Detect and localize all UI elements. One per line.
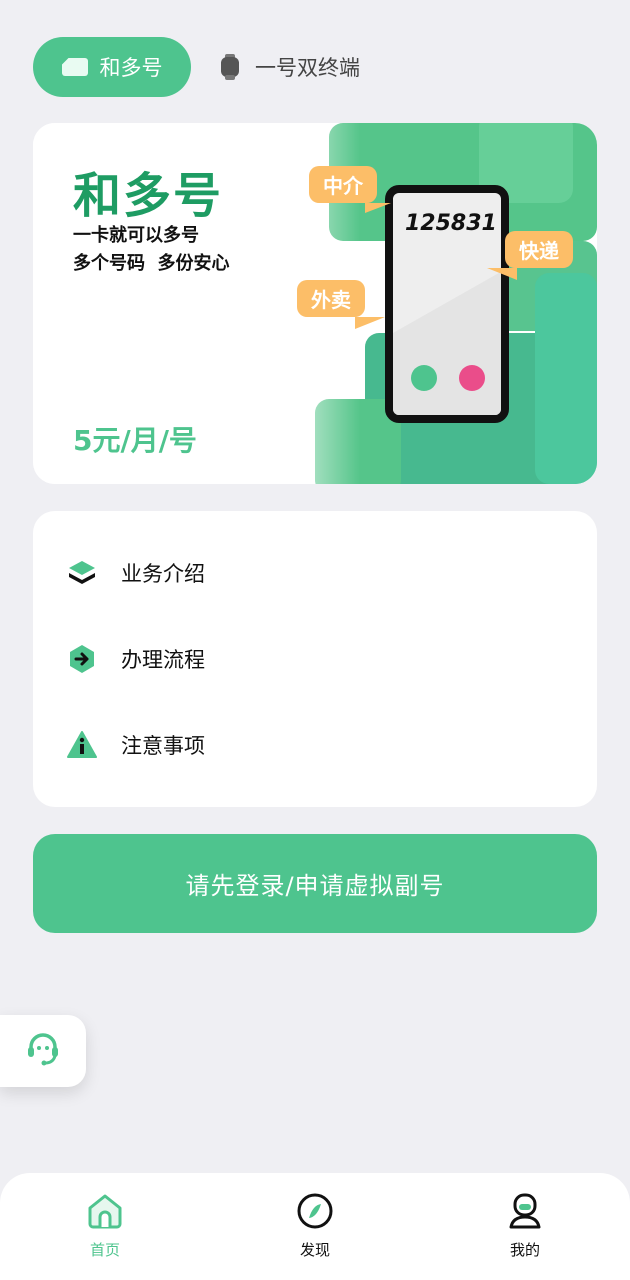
tab-hedouhao[interactable]: 和多号	[33, 37, 191, 97]
nav-discover-label: 发现	[299, 1241, 330, 1259]
decline-dot	[459, 365, 485, 391]
answer-dot	[411, 365, 437, 391]
menu-item-label: 业务介绍	[121, 562, 205, 586]
menu-card: 业务介绍 办理流程 注意事项	[33, 511, 597, 807]
arrow-right-hexagon-icon	[67, 644, 97, 674]
customer-service-button[interactable]	[0, 1015, 86, 1087]
layers-icon	[67, 558, 97, 588]
phone-shine	[393, 265, 501, 415]
nav-home-label: 首页	[89, 1241, 120, 1259]
bubble-express: 快递	[487, 231, 573, 280]
nav-home[interactable]: 首页	[65, 1191, 145, 1260]
promo-banner[interactable]: 和多号 一卡就可以多号 多个号码 多份安心 5元/月/号 125831 中介 外…	[33, 123, 597, 484]
tab-dual-terminal[interactable]: 一号双终端	[219, 37, 360, 97]
tab-hedouhao-label: 和多号	[99, 56, 163, 80]
watch-icon	[219, 54, 241, 80]
user-icon	[505, 1191, 545, 1231]
headset-icon	[23, 1029, 63, 1073]
phone-illustration: 125831	[385, 185, 509, 423]
banner-price: 5元/月/号	[73, 424, 197, 457]
menu-item-notice[interactable]: 注意事项	[67, 725, 205, 765]
menu-item-process[interactable]: 办理流程	[67, 639, 205, 679]
tab-dual-terminal-label: 一号双终端	[255, 56, 360, 80]
menu-item-label: 办理流程	[121, 648, 205, 672]
home-icon	[85, 1191, 125, 1231]
banner-subtitle-2: 多个号码 多份安心	[73, 253, 230, 274]
compass-icon	[295, 1191, 335, 1231]
nav-mine[interactable]: 我的	[485, 1191, 565, 1260]
bubble-agent: 中介	[309, 166, 391, 213]
phone-number: 125831	[405, 211, 497, 236]
banner-subtitle-1: 一卡就可以多号	[73, 225, 199, 246]
info-triangle-icon	[67, 730, 97, 760]
bubble-takeout: 外卖	[297, 280, 385, 329]
nav-discover[interactable]: 发现	[275, 1191, 355, 1260]
menu-item-business-intro[interactable]: 业务介绍	[67, 553, 205, 593]
banner-title: 和多号	[73, 168, 224, 224]
top-tabs: 和多号 一号双终端	[33, 37, 593, 97]
menu-item-label: 注意事项	[121, 734, 205, 758]
sim-card-icon	[61, 58, 88, 76]
login-apply-button[interactable]: 请先登录/申请虚拟副号	[33, 834, 597, 933]
bottom-nav: 首页 发现 我的	[0, 1173, 630, 1280]
nav-mine-label: 我的	[509, 1241, 540, 1259]
